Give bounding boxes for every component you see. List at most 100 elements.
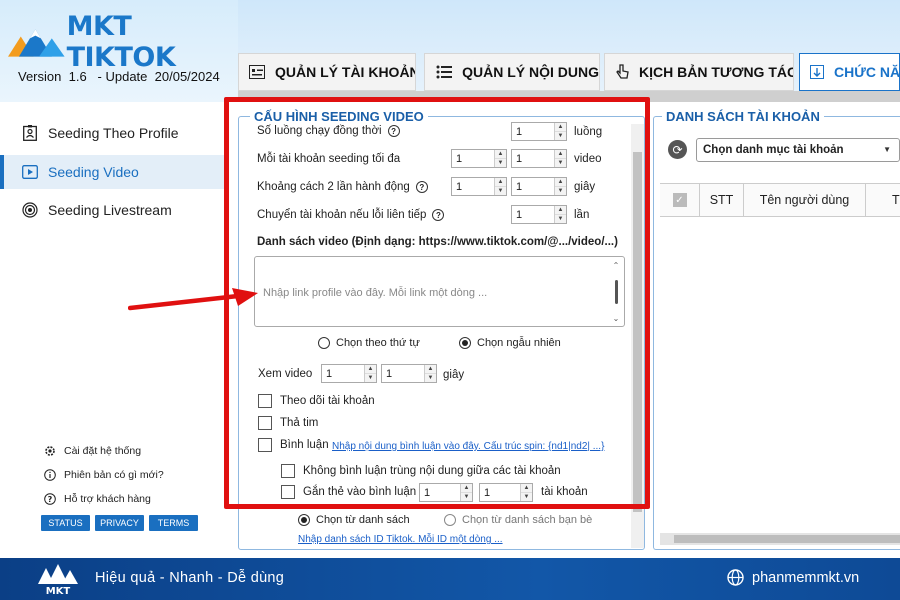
spinner-arrows[interactable]: ▲ ▼ (554, 178, 566, 195)
arrow-down-icon[interactable]: ▼ (521, 492, 532, 501)
customer-support-link[interactable]: ? Hỗ trợ khách hàng (44, 493, 151, 505)
whats-new-link[interactable]: Phiên bản có gì mới? (44, 469, 164, 481)
checkbox-box[interactable] (281, 485, 295, 499)
threads-spinner[interactable]: 1 ▲ ▼ (511, 122, 567, 141)
switch-account-spinner[interactable]: 1 ▲ ▼ (511, 205, 567, 224)
arrow-up-icon[interactable]: ▲ (425, 365, 436, 373)
sidebar-item-seeding-livestream[interactable]: Seeding Livestream (0, 193, 224, 227)
checkbox-box[interactable] (281, 464, 295, 478)
scrollbar-thumb[interactable] (674, 535, 900, 543)
sidebar-item-seeding-video[interactable]: Seeding Video (0, 155, 224, 189)
select-all-cell[interactable]: ✓ (660, 184, 700, 216)
follow-checkbox[interactable]: Theo dõi tài khoản (258, 394, 375, 408)
tag-min-spinner[interactable]: 1 ▲ ▼ (419, 483, 473, 502)
arrow-up-icon[interactable]: ▲ (555, 123, 566, 131)
per-account-min-spinner[interactable]: 1 ▲ ▼ (451, 149, 507, 168)
chevron-down-icon[interactable]: ⌄ (613, 314, 620, 323)
video-list-textarea[interactable]: Nhập link profile vào đây. Mỗi link một … (254, 256, 625, 327)
spinner-arrows[interactable]: ▲ ▼ (554, 123, 566, 140)
tab-account-management[interactable]: QUẢN LÝ TÀI KHOẢN (238, 53, 416, 91)
spinner-arrows[interactable]: ▲ ▼ (460, 484, 472, 501)
hand-pointer-icon (615, 63, 629, 81)
privacy-badge[interactable]: PRIVACY (95, 515, 144, 531)
tiktok-id-list-link[interactable]: Nhập danh sách ID Tiktok. Mỗi ID một dòn… (298, 534, 503, 545)
system-settings-link[interactable]: Cài đặt hệ thống (44, 445, 141, 457)
comment-content-link[interactable]: Nhập nội dung bình luận vào đây. Cấu trú… (332, 441, 604, 452)
arrow-down-icon[interactable]: ▼ (495, 158, 506, 167)
help-icon[interactable]: ? (387, 125, 400, 137)
check-icon[interactable]: ✓ (672, 193, 687, 207)
arrow-up-icon[interactable]: ▲ (555, 178, 566, 186)
status-badge[interactable]: STATUS (41, 515, 90, 531)
arrow-up-icon[interactable]: ▲ (461, 484, 472, 492)
footer-logo-text: MKT (46, 586, 71, 596)
radio-dot[interactable] (298, 514, 310, 526)
arrow-up-icon[interactable]: ▲ (365, 365, 376, 373)
spinner-arrows[interactable]: ▲ ▼ (494, 178, 506, 195)
radio-dot[interactable] (459, 337, 471, 349)
help-icon[interactable]: ? (432, 209, 445, 221)
tab-functions[interactable]: CHỨC NĂ (799, 53, 900, 91)
spinner-arrows[interactable]: ▲ ▼ (424, 365, 436, 382)
scrollbar-thumb[interactable] (633, 152, 642, 512)
column-header[interactable]: Tên người dùng (744, 184, 866, 216)
watch-max-spinner[interactable]: 1 ▲ ▼ (381, 364, 437, 383)
spinner-arrows[interactable]: ▲ ▼ (554, 150, 566, 167)
sidebar-item-seeding-profile[interactable]: Seeding Theo Profile (0, 116, 224, 150)
checkbox-box[interactable] (258, 416, 272, 430)
spinner-arrows[interactable]: ▲ ▼ (364, 365, 376, 382)
arrow-down-icon[interactable]: ▼ (495, 186, 506, 195)
arrow-down-icon[interactable]: ▼ (555, 214, 566, 223)
interval-max-spinner[interactable]: 1 ▲ ▼ (511, 177, 567, 196)
arrow-down-icon[interactable]: ▼ (365, 373, 376, 382)
arrow-up-icon[interactable]: ▲ (495, 150, 506, 158)
column-header[interactable]: T (866, 184, 900, 216)
account-list-panel (653, 116, 900, 550)
chevron-down-icon[interactable]: ▼ (883, 145, 891, 154)
from-friends-radio[interactable]: Chọn từ danh sách bạn bè (444, 514, 592, 526)
order-sequential-radio[interactable]: Chọn theo thứ tự (318, 337, 420, 349)
comment-checkbox[interactable]: Bình luận (258, 438, 329, 452)
arrow-up-icon[interactable]: ▲ (555, 150, 566, 158)
no-duplicate-comment-checkbox[interactable]: Không bình luận trùng nội dung giữa các … (281, 464, 561, 478)
column-header[interactable]: STT (700, 184, 744, 216)
arrow-down-icon[interactable]: ▼ (425, 373, 436, 382)
arrow-up-icon[interactable]: ▲ (495, 178, 506, 186)
config-scrollbar[interactable] (631, 124, 644, 548)
website-link[interactable]: phanmemmkt.vn (727, 569, 859, 586)
tab-content-management[interactable]: QUẢN LÝ NỘI DUNG (424, 53, 600, 91)
terms-badge[interactable]: TERMS (149, 515, 198, 531)
tab-scrollbar[interactable] (238, 91, 900, 102)
watch-min-spinner[interactable]: 1 ▲ ▼ (321, 364, 377, 383)
textarea-scrollbar[interactable]: ⌃ ⌄ (612, 261, 620, 323)
help-icon[interactable]: ? (415, 181, 428, 193)
tab-interaction-script[interactable]: KỊCH BẢN TƯƠNG TÁC (604, 53, 794, 91)
checkbox-box[interactable] (258, 394, 272, 408)
arrow-up-icon[interactable]: ▲ (555, 206, 566, 214)
interval-min-spinner[interactable]: 1 ▲ ▼ (451, 177, 507, 196)
chevron-up-icon[interactable]: ⌃ (613, 261, 620, 270)
arrow-down-icon[interactable]: ▼ (555, 158, 566, 167)
arrow-down-icon[interactable]: ▼ (555, 131, 566, 140)
checkbox-box[interactable] (258, 438, 272, 452)
category-select[interactable]: Chọn danh mục tài khoản ▼ (696, 138, 900, 162)
account-table-scrollbar[interactable] (660, 533, 900, 545)
per-account-max-spinner[interactable]: 1 ▲ ▼ (511, 149, 567, 168)
spinner-arrows[interactable]: ▲ ▼ (554, 206, 566, 223)
arrow-down-icon[interactable]: ▼ (461, 492, 472, 501)
spinner-value: 1 (516, 152, 523, 165)
scrollbar-thumb[interactable] (614, 280, 618, 304)
arrow-down-icon[interactable]: ▼ (555, 186, 566, 195)
spinner-arrows[interactable]: ▲ ▼ (494, 150, 506, 167)
like-checkbox[interactable]: Thả tim (258, 416, 318, 430)
radio-dot[interactable] (444, 514, 456, 526)
arrow-up-icon[interactable]: ▲ (521, 484, 532, 492)
radio-dot[interactable] (318, 337, 330, 349)
refresh-icon[interactable]: ⟳ (668, 140, 687, 159)
spinner-arrows[interactable]: ▲ ▼ (520, 484, 532, 501)
order-random-radio[interactable]: Chọn ngẫu nhiên (459, 337, 561, 349)
tag-max-spinner[interactable]: 1 ▲ ▼ (479, 483, 533, 502)
from-list-radio[interactable]: Chọn từ danh sách (298, 514, 410, 526)
tag-in-comment-checkbox[interactable]: Gắn thẻ vào bình luận (281, 485, 416, 499)
textarea-placeholder: Nhập link profile vào đây. Mỗi link một … (263, 287, 488, 299)
